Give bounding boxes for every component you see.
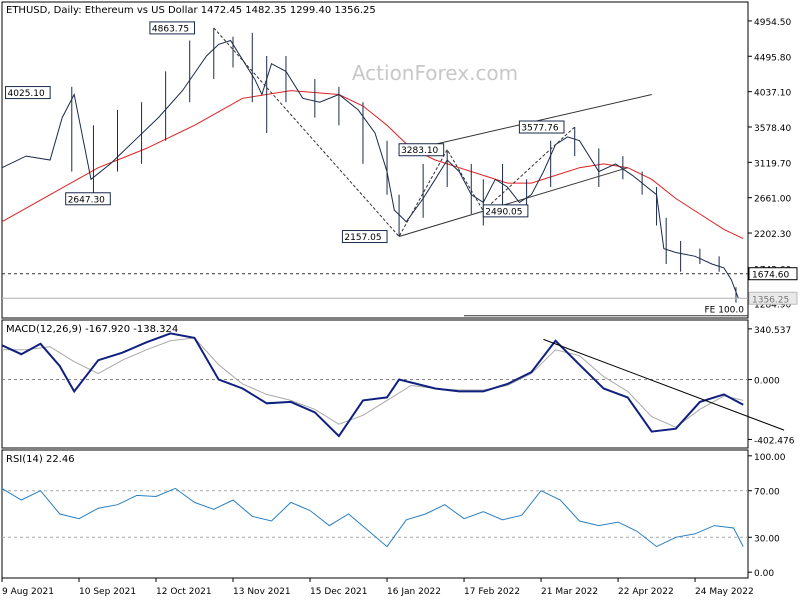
rsi-header: RSI(14) 22.46 [6,454,75,465]
price-ytick-label: 4495.80 [754,53,791,63]
x-tick-label: 10 Sep 2021 [79,587,136,597]
x-tick-label: 12 Oct 2021 [156,587,212,597]
price-label: 2157.05 [344,233,381,243]
price-ytick-label: 3119.70 [754,159,791,169]
last-price-label: 1356.25 [752,295,789,305]
macd-ytick-label: 0.000 [754,377,780,387]
rsi-line [1,487,744,548]
watermark: ActionForex.com [352,61,518,85]
price-label: 4025.10 [8,89,45,99]
price-label: 2490.05 [485,207,522,217]
macd-line [1,332,744,438]
panel-frame-macd [1,319,749,449]
x-tick-label: 22 Apr 2022 [618,587,674,597]
x-tick-label: 17 Feb 2022 [464,587,520,597]
macd-signal-line [2,337,744,428]
price-label: 2647.30 [68,195,105,205]
price-label: 4863.75 [152,24,189,34]
price-ytick-label: 4037.10 [754,89,791,99]
macd-ytick-label: -402.476 [754,436,795,446]
x-tick-label: 9 Aug 2021 [2,587,54,597]
panel-frame-rsi [1,449,749,579]
channel-lower-line [398,167,628,238]
price-ytick-label: 2661.00 [754,195,791,205]
fe-label: FE 100.0 [705,306,745,316]
macd-ytick-label: 340.537 [754,326,791,336]
price-ytick-label: 2202.30 [754,230,791,240]
price-ytick-label: 4954.50 [754,18,791,28]
price-header: ETHUSD, Daily: Ethereum vs US Dollar 147… [6,5,376,16]
level-label: 1674.60 [752,271,789,281]
rsi-ytick-label: 0.00 [754,569,774,579]
x-tick-label: 24 May 2022 [695,587,754,597]
x-tick-label: 13 Nov 2021 [233,587,291,597]
chart-container: ActionForex.com ETHUSD, Daily: Ethereum v… [0,0,800,600]
x-tick-label: 16 Jan 2022 [387,587,441,597]
chart-svg: ActionForex.com ETHUSD, Daily: Ethereum v… [1,1,798,597]
rsi-ytick-label: 30.00 [754,534,780,544]
rsi-ytick-label: 70.00 [754,488,780,498]
moving-average-line [1,90,744,240]
price-ytick-label: 3578.40 [754,124,791,134]
price-label: 3283.10 [401,146,438,156]
price-label: 3577.76 [521,124,558,134]
x-tick-label: 21 Mar 2022 [541,587,598,597]
x-tick-label: 15 Dec 2021 [310,587,368,597]
rsi-ytick-label: 100.00 [754,453,786,463]
macd-header: MACD(12,26,9) -167.920 -138.324 [6,324,178,335]
